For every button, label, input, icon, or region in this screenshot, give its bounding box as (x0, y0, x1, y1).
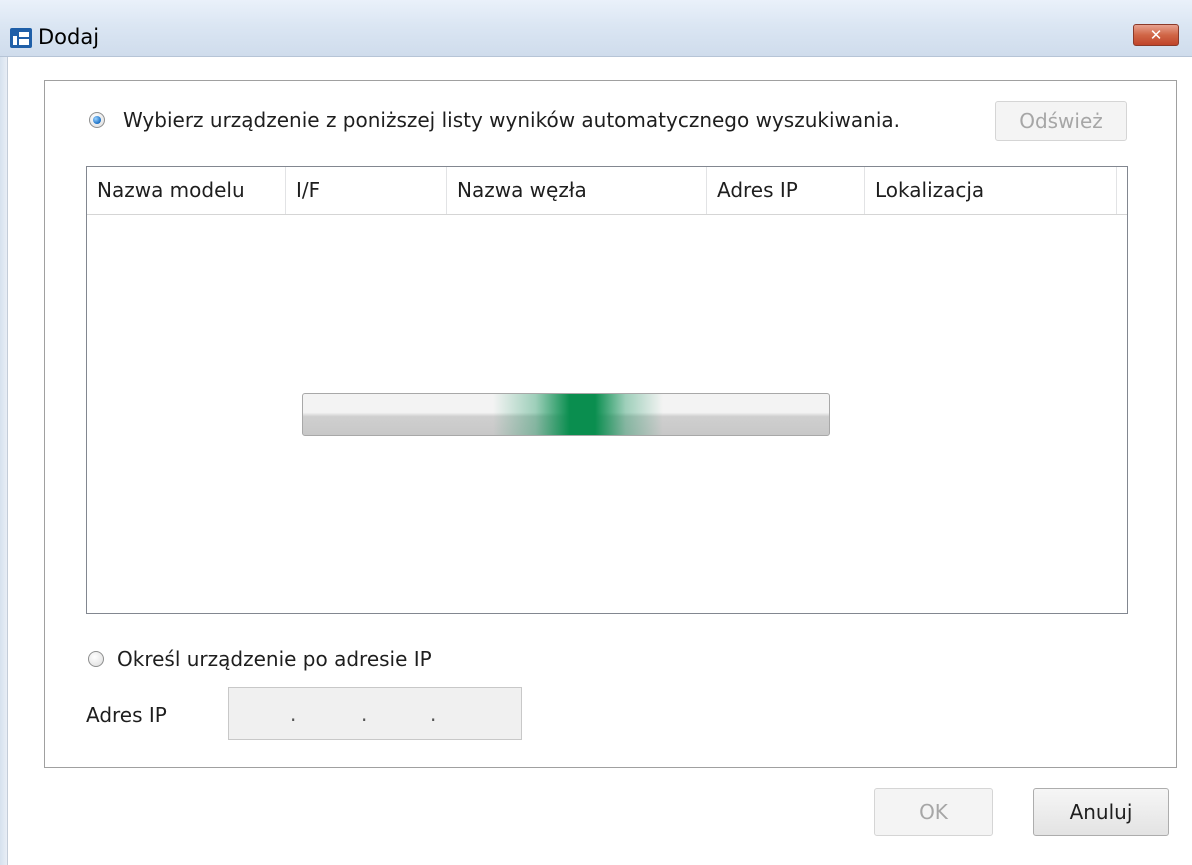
ip-separator: . (361, 702, 368, 726)
progress-indicator (493, 394, 663, 435)
window-title: Dodaj (38, 25, 100, 49)
search-progress-bar (302, 393, 830, 436)
column-header-location[interactable]: Lokalizacja (865, 167, 1117, 214)
auto-search-label[interactable]: Wybierz urządzenie z poniższej listy wyn… (123, 108, 900, 132)
cancel-button[interactable]: Anuluj (1033, 788, 1169, 836)
close-button[interactable]: ✕ (1133, 24, 1179, 46)
auto-search-radio[interactable] (89, 112, 105, 128)
ip-address-input[interactable]: . . . (228, 687, 522, 740)
manual-ip-radio[interactable] (88, 651, 104, 667)
device-list[interactable]: Nazwa modelu I/F Nazwa węzła Adres IP Lo… (86, 166, 1128, 614)
refresh-button[interactable]: Odśwież (995, 101, 1127, 141)
device-list-header: Nazwa modelu I/F Nazwa węzła Adres IP Lo… (87, 167, 1127, 215)
ip-address-label: Adres IP (86, 703, 167, 727)
ip-separator: . (430, 702, 437, 726)
column-header-interface[interactable]: I/F (286, 167, 447, 214)
column-header-node-name[interactable]: Nazwa węzła (447, 167, 707, 214)
ok-button[interactable]: OK (874, 788, 993, 836)
column-header-model-name[interactable]: Nazwa modelu (87, 167, 286, 214)
manual-ip-label[interactable]: Określ urządzenie po adresie IP (117, 647, 432, 671)
app-icon (10, 28, 32, 48)
radio-checked-indicator (93, 116, 101, 124)
ip-separator: . (290, 702, 297, 726)
title-bar: Dodaj ✕ (0, 0, 1192, 57)
window-frame-left (0, 57, 8, 865)
column-header-ip-address[interactable]: Adres IP (707, 167, 865, 214)
